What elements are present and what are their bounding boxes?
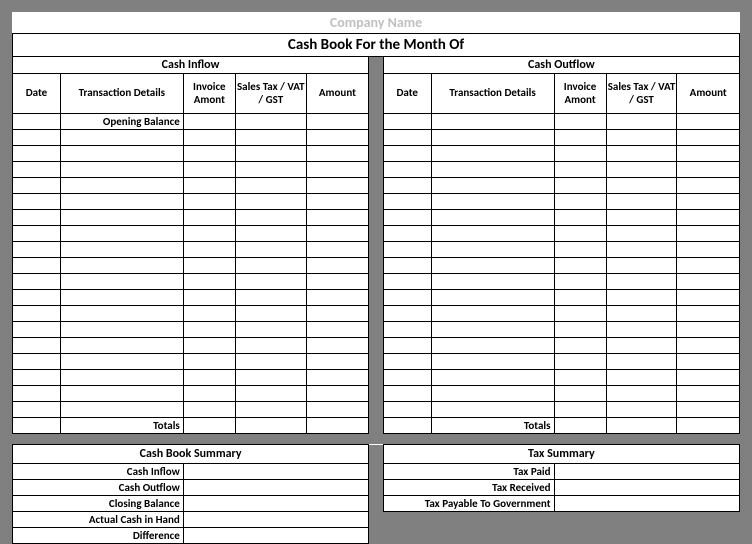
inflow-col-amount: Amount bbox=[306, 74, 368, 114]
cash-summary-header: Cash Book Summary bbox=[13, 445, 369, 464]
tax-received-value[interactable] bbox=[554, 480, 739, 496]
difference-label: Difference bbox=[13, 528, 184, 544]
summary-table: Cash Book Summary Tax Summary Cash Inflo… bbox=[12, 444, 740, 544]
opening-balance-label: Opening Balance bbox=[60, 114, 183, 130]
outflow-col-tax: Sales Tax / VAT / GST bbox=[606, 74, 677, 114]
tax-payable-label: Tax Payable To Government bbox=[383, 496, 554, 512]
inflow-col-invoice: Invoice Amont bbox=[183, 74, 235, 114]
actual-cash-value[interactable] bbox=[183, 512, 368, 528]
cash-outflow-value[interactable] bbox=[183, 480, 368, 496]
title-row: Cash Book For the Month Of bbox=[13, 34, 740, 57]
closing-balance-label: Closing Balance bbox=[13, 496, 184, 512]
outflow-totals-label: Totals bbox=[431, 418, 554, 434]
tax-paid-label: Tax Paid bbox=[383, 464, 554, 480]
tax-received-label: Tax Received bbox=[383, 480, 554, 496]
tax-summary-header: Tax Summary bbox=[383, 445, 739, 464]
cash-inflow-value[interactable] bbox=[183, 464, 368, 480]
inflow-col-details: Transaction Details bbox=[60, 74, 183, 114]
page-title: Cash Book For the Month Of bbox=[13, 34, 740, 57]
outflow-col-details: Transaction Details bbox=[431, 74, 554, 114]
company-name: Company Name bbox=[13, 12, 740, 34]
tax-payable-value[interactable] bbox=[554, 496, 739, 512]
outflow-col-date: Date bbox=[383, 74, 431, 114]
cash-inflow-label: Cash Inflow bbox=[13, 464, 184, 480]
closing-balance-value[interactable] bbox=[183, 496, 368, 512]
main-table: Company Name Cash Book For the Month Of … bbox=[12, 12, 740, 434]
cash-outflow-label: Cash Outflow bbox=[13, 480, 184, 496]
tax-paid-value[interactable] bbox=[554, 464, 739, 480]
inflow-col-date: Date bbox=[13, 74, 61, 114]
inflow-totals-label: Totals bbox=[60, 418, 183, 434]
outflow-col-amount: Amount bbox=[677, 74, 740, 114]
outflow-col-invoice: Invoice Amont bbox=[554, 74, 606, 114]
actual-cash-label: Actual Cash in Hand bbox=[13, 512, 184, 528]
inflow-col-tax: Sales Tax / VAT / GST bbox=[235, 74, 306, 114]
outflow-header: Cash Outflow bbox=[383, 57, 739, 74]
difference-value[interactable] bbox=[183, 528, 368, 544]
inflow-header: Cash Inflow bbox=[13, 57, 369, 74]
cash-book-sheet: Company Name Cash Book For the Month Of … bbox=[12, 12, 740, 544]
